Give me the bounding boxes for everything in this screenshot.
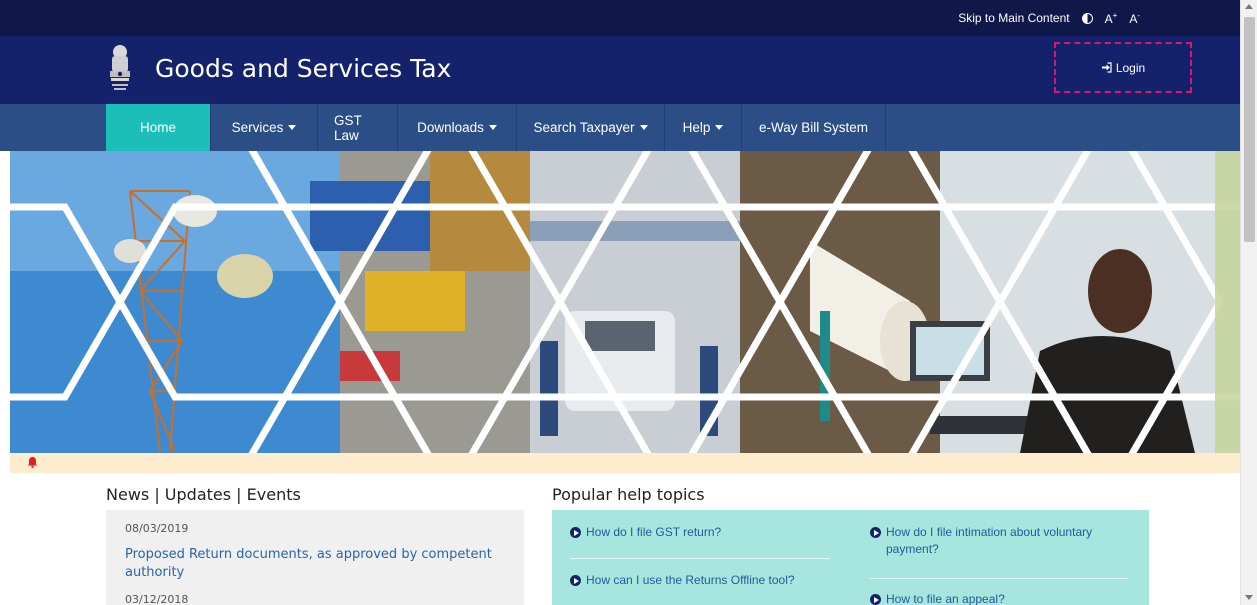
nav-label: Help [682, 120, 711, 135]
font-increase-label: A [1104, 11, 1113, 26]
worker [540, 341, 558, 436]
windshield [585, 321, 655, 351]
caret-down-icon [288, 125, 297, 130]
national-emblem-icon[interactable] [106, 44, 134, 94]
hero-collage-image [10, 151, 1240, 453]
machine-frame [820, 311, 830, 421]
help-topic-link[interactable]: How do I file GST return? [570, 524, 840, 541]
help-topic-label: How do I file intimation about voluntary… [886, 525, 1093, 556]
nav-label: GST Law [334, 112, 362, 143]
divider [870, 578, 1128, 579]
nav-label: e-Way Bill System [758, 120, 868, 135]
bell-icon[interactable] [27, 456, 38, 468]
nav-item-search-taxpayer[interactable]: Search Taxpayer [517, 104, 665, 151]
container [310, 181, 430, 251]
main-nav: Home Services GST Law Downloads Search T… [0, 104, 1240, 151]
help-topic-link[interactable]: How do I file intimation about voluntary… [870, 524, 1132, 558]
login-focus-outline: Login [1054, 42, 1192, 93]
arrow-circle-right-icon [570, 575, 581, 586]
arrow-circle-right-icon [870, 527, 881, 538]
nav-item-gst-law[interactable]: GST Law [318, 104, 398, 151]
login-button[interactable]: Login [1101, 61, 1145, 75]
help-topic-link[interactable]: How to file an appeal? [870, 591, 1132, 605]
nav-item-home[interactable]: Home [106, 104, 211, 151]
news-date: 03/12/2018 [125, 593, 189, 605]
vertical-scrollbar[interactable] [1240, 0, 1257, 605]
nav-item-eway-bill[interactable]: e-Way Bill System [742, 104, 886, 151]
nav-label: Search Taxpayer [533, 120, 635, 135]
nav-item-services[interactable]: Services [211, 104, 318, 151]
news-section-title: News | Updates | Events [106, 485, 301, 504]
font-increase-sup: + [1112, 10, 1118, 20]
nav-item-help[interactable]: Help [665, 104, 742, 151]
font-decrease-sup: - [1137, 10, 1140, 20]
login-label: Login [1115, 60, 1146, 75]
hero-banner [10, 151, 1240, 453]
alert-ticker [10, 453, 1240, 473]
nav-label: Services [231, 120, 284, 135]
help-topic-link[interactable]: How can I use the Returns Offline tool? [570, 572, 840, 589]
person-head [1088, 249, 1152, 333]
caret-down-icon [715, 125, 724, 130]
help-topic-label: How to file an appeal? [886, 592, 1005, 605]
nav-item-downloads[interactable]: Downloads [398, 104, 517, 151]
utility-links: Skip to Main Content A+ A- [958, 0, 1140, 36]
font-decrease-button[interactable]: A- [1129, 11, 1140, 26]
divider [570, 558, 830, 559]
caret-down-icon [639, 125, 648, 130]
font-increase-button[interactable]: A+ [1105, 11, 1118, 26]
nav-label: Home [139, 120, 176, 135]
skip-to-main-content-link[interactable]: Skip to Main Content [958, 11, 1069, 25]
help-topic-label: How can I use the Returns Offline tool? [586, 573, 795, 587]
scroll-down-arrow-icon[interactable] [1245, 595, 1253, 600]
scroll-up-arrow-icon[interactable] [1245, 4, 1253, 9]
keyboard [930, 416, 1030, 434]
arrow-circle-right-icon [870, 594, 881, 605]
nav-items: Home Services GST Law Downloads Search T… [106, 104, 886, 151]
arrow-circle-right-icon [570, 527, 581, 538]
scrollbar-thumb[interactable] [1244, 17, 1255, 242]
help-topic-label: How do I file GST return? [586, 525, 722, 539]
dish-antenna [173, 195, 217, 227]
news-item-link[interactable]: Proposed Return documents, as approved b… [125, 546, 505, 582]
help-topics-title: Popular help topics [552, 485, 705, 504]
news-list: 08/03/2019 Proposed Return documents, as… [106, 510, 524, 605]
utility-bar: Skip to Main Content A+ A- [0, 0, 1240, 36]
nav-label: Downloads [417, 120, 484, 135]
dish-antenna [217, 254, 273, 298]
factory-rail [530, 221, 740, 241]
right-edge-strip [1215, 151, 1240, 453]
tractor [365, 271, 465, 331]
caret-down-icon [488, 125, 497, 130]
site-title: Goods and Services Tax [155, 54, 452, 83]
site-header: Goods and Services Tax Login [0, 36, 1240, 104]
help-topics-panel: How do I file GST return? How can I use … [552, 510, 1149, 605]
sign-in-icon [1101, 62, 1112, 73]
contrast-toggle-icon[interactable] [1081, 12, 1093, 24]
news-date: 08/03/2019 [125, 522, 189, 535]
